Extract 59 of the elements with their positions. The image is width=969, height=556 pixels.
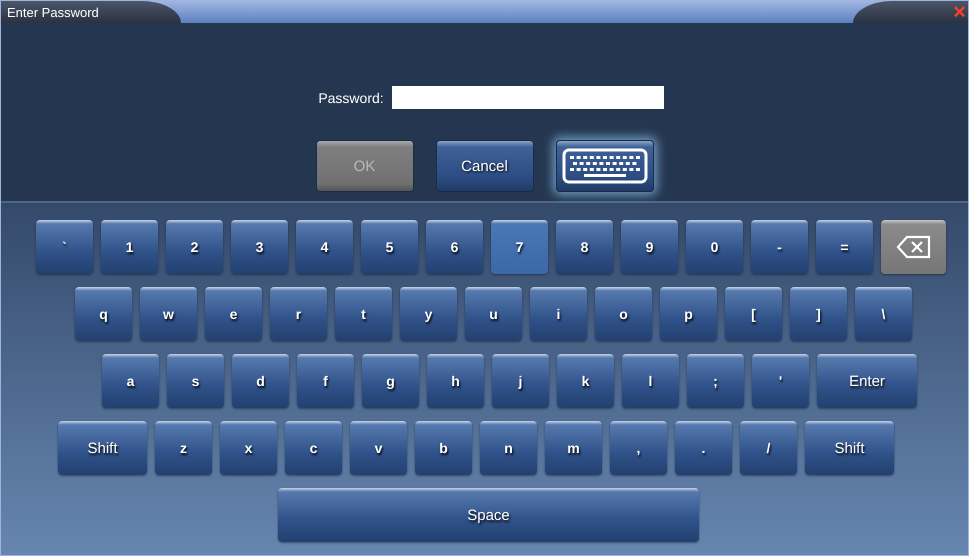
password-field[interactable]	[392, 86, 664, 109]
keyboard-key[interactable]: h	[427, 354, 484, 408]
keyboard-key[interactable]: s	[167, 354, 224, 408]
keyboard-key[interactable]: /	[740, 421, 797, 475]
keyboard-key[interactable]: =	[816, 220, 873, 274]
keyboard-key[interactable]: i	[530, 287, 587, 341]
keyboard-key[interactable]: 3	[231, 220, 288, 274]
keyboard-key[interactable]: f	[297, 354, 354, 408]
keyboard-icon	[562, 148, 648, 184]
keyboard-key[interactable]: d	[232, 354, 289, 408]
keyboard-key[interactable]: u	[465, 287, 522, 341]
keyboard-key[interactable]: 5	[361, 220, 418, 274]
keyboard-key[interactable]: b	[415, 421, 472, 475]
cancel-button[interactable]: Cancel	[436, 140, 534, 192]
space-key[interactable]: Space	[278, 488, 699, 542]
keyboard-key[interactable]: 1	[101, 220, 158, 274]
keyboard-key[interactable]: 6	[426, 220, 483, 274]
keyboard-key[interactable]: n	[480, 421, 537, 475]
keyboard-key[interactable]: p	[660, 287, 717, 341]
keyboard-key[interactable]: 0	[686, 220, 743, 274]
keyboard-key[interactable]: \	[855, 287, 912, 341]
keyboard-key[interactable]: '	[752, 354, 809, 408]
keyboard-key[interactable]: j	[492, 354, 549, 408]
keyboard-key[interactable]: x	[220, 421, 277, 475]
keyboard-key[interactable]: 4	[296, 220, 353, 274]
keyboard-key[interactable]: a	[102, 354, 159, 408]
enter-key[interactable]: Enter	[817, 354, 917, 408]
keyboard-key[interactable]: [	[725, 287, 782, 341]
shift-key[interactable]: Shift	[58, 421, 147, 475]
keyboard-key[interactable]: m	[545, 421, 602, 475]
keyboard-key[interactable]: c	[285, 421, 342, 475]
keyboard-toggle-button[interactable]	[556, 140, 654, 192]
keyboard-key[interactable]: w	[140, 287, 197, 341]
keyboard-key[interactable]: k	[557, 354, 614, 408]
keyboard-key[interactable]: ,	[610, 421, 667, 475]
keyboard-key[interactable]: 8	[556, 220, 613, 274]
keyboard-key[interactable]: r	[270, 287, 327, 341]
shift-key[interactable]: Shift	[805, 421, 894, 475]
keyboard-key[interactable]: ;	[687, 354, 744, 408]
keyboard-key[interactable]: -	[751, 220, 808, 274]
keyboard-key[interactable]: t	[335, 287, 392, 341]
keyboard-key[interactable]: 9	[621, 220, 678, 274]
keyboard-key[interactable]: v	[350, 421, 407, 475]
keyboard-key[interactable]: 7	[491, 220, 548, 274]
keyboard-key[interactable]: o	[595, 287, 652, 341]
keyboard-key[interactable]: g	[362, 354, 419, 408]
window-title: Enter Password	[7, 4, 99, 20]
keyboard-key[interactable]: z	[155, 421, 212, 475]
keyboard-key[interactable]: `	[36, 220, 93, 274]
keyboard-key[interactable]: y	[400, 287, 457, 341]
keyboard-key[interactable]: ]	[790, 287, 847, 341]
password-label: Password:	[318, 90, 384, 106]
backspace-icon	[896, 235, 932, 259]
keyboard-key[interactable]: 2	[166, 220, 223, 274]
keyboard-key[interactable]: .	[675, 421, 732, 475]
backspace-key[interactable]	[881, 220, 946, 274]
keyboard-key[interactable]: l	[622, 354, 679, 408]
keyboard-key[interactable]: e	[205, 287, 262, 341]
keyboard-key[interactable]: q	[75, 287, 132, 341]
